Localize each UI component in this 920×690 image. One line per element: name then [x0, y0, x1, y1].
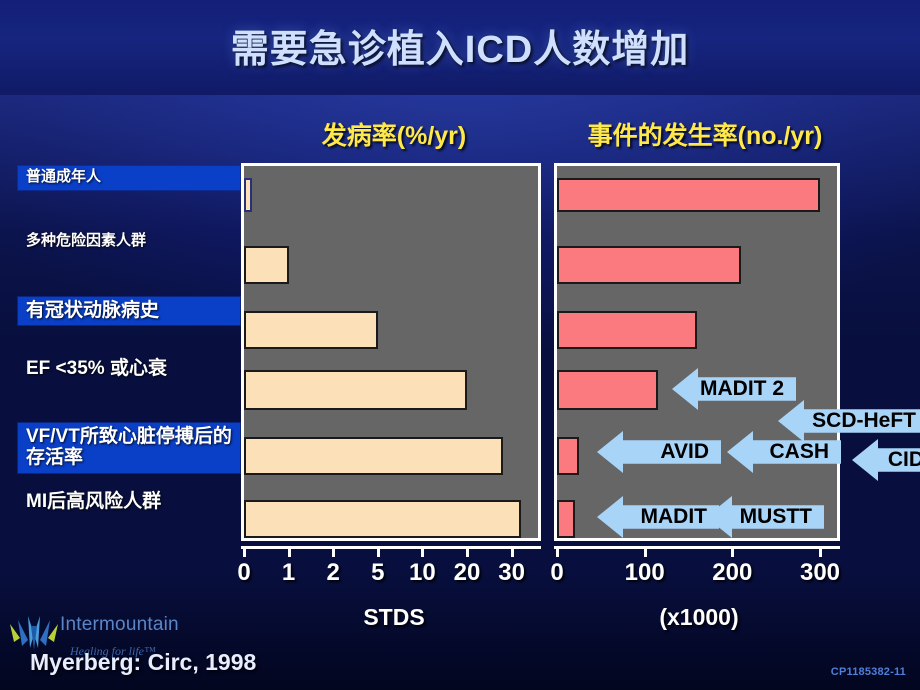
bar-incidence-5	[244, 437, 503, 475]
incidence-tick-6	[466, 546, 469, 557]
incidence-tick-4	[376, 546, 380, 557]
incidence-tick-label-1: 0	[237, 559, 251, 586]
chart-header-events: 事件的发生率(no./yr)	[587, 122, 823, 150]
logo-wordmark: Intermountain	[60, 614, 179, 635]
chart-plot-incidence	[241, 163, 541, 541]
events-tick-2	[643, 546, 647, 557]
bar-events-5	[557, 437, 579, 475]
row-label-1: 普通成年人	[18, 166, 240, 190]
incidence-tick-1	[243, 546, 246, 557]
starburst-icon	[10, 616, 58, 650]
bar-incidence-3	[244, 311, 378, 349]
row-label-line: EF <35% 或心衰	[26, 358, 167, 379]
incidence-tick-5	[421, 546, 425, 557]
bar-incidence-1	[244, 178, 252, 212]
events-tick-label-2: 100	[624, 559, 665, 586]
row-label-line: MI后高风险人群	[26, 491, 162, 512]
row-label-line: 存活率	[26, 447, 84, 469]
incidence-tick-2	[287, 546, 291, 557]
events-tick-4	[819, 546, 822, 557]
chart-header-incidence: 发病率(%/yr)	[321, 122, 467, 150]
events-axis-line	[554, 546, 840, 549]
citation: Myerberg: Circ, 1998	[30, 649, 257, 675]
chart-plot-events	[554, 163, 840, 541]
row-label-line: 多种危险因素人群	[26, 232, 147, 249]
bar-events-3	[557, 311, 698, 349]
incidence-tick-3	[332, 546, 336, 557]
events-tick-3	[731, 546, 735, 557]
bar-incidence-2	[244, 246, 289, 284]
x-axis-title-incidence: STDS	[363, 604, 425, 630]
row-label-line: 普通成年人	[26, 168, 102, 185]
bar-events-4	[557, 370, 658, 410]
incidence-tick-label-5: 10	[409, 559, 436, 586]
bar-events-6	[557, 500, 575, 538]
incidence-tick-label-4: 5	[371, 559, 385, 586]
bar-incidence-4	[244, 370, 467, 410]
incidence-tick-label-2: 1	[281, 559, 296, 586]
row-label-6: MI后高风险人群	[18, 488, 169, 516]
incidence-axis-line	[241, 546, 541, 549]
incidence-tick-label-6: 20	[453, 559, 481, 586]
row-label-4: EF <35% 或心衰	[18, 355, 175, 383]
row-label-column: 普通成年人多种危险因素人群有冠状动脉病史 EF <35% 或心衰 VF/VT所致心脏…	[0, 160, 240, 540]
bar-incidence-6	[244, 500, 521, 538]
row-label-5: VF/VT所致心脏停搏后的 存活率	[18, 423, 240, 473]
events-tick-1	[556, 546, 559, 557]
document-code: CP1185382-11	[830, 666, 906, 678]
incidence-tick-label-3: 2	[326, 559, 340, 586]
incidence-tick-7	[510, 546, 514, 557]
bar-events-1	[557, 178, 820, 212]
page-title: 需要急诊植入ICD人数增加	[230, 29, 690, 71]
events-tick-label-4: 300	[799, 559, 841, 586]
row-label-2: 多种危险因素人群	[18, 230, 154, 254]
events-tick-label-3: 200	[712, 559, 753, 586]
row-label-3: 有冠状动脉病史	[18, 297, 240, 326]
x-axis-title-events: (x1000)	[659, 604, 739, 630]
row-label-line: 有冠状动脉病史	[26, 300, 160, 321]
incidence-tick-label-7: 30	[498, 559, 525, 586]
row-label-line: VF/VT所致心脏停搏后的	[26, 426, 232, 447]
bar-events-2	[557, 246, 742, 284]
events-tick-label-1: 0	[550, 559, 564, 586]
